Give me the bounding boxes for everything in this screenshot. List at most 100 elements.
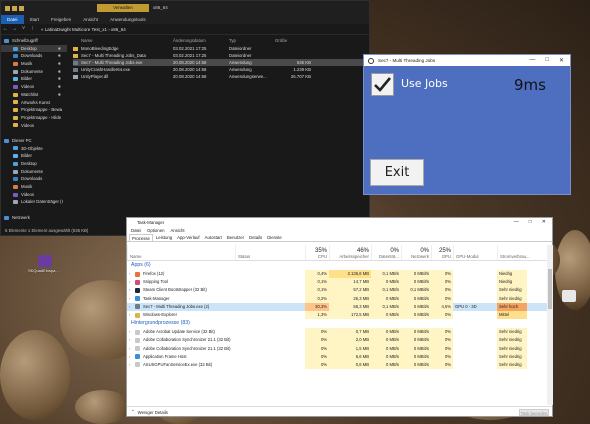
sidebar-item[interactable]: Musik [1, 183, 67, 191]
file-row[interactable]: MonoBleedingEdge 03.02.2021 17:25 Dateiord… [73, 45, 369, 52]
ribbon-tab-file[interactable]: Datei [1, 15, 24, 24]
sidebar-item[interactable]: Schnellzugriff [1, 37, 67, 45]
forward-arrow-icon[interactable]: → [10, 26, 19, 32]
menu-options[interactable]: Optionen [147, 227, 164, 234]
up-arrow-icon[interactable]: ↑ [28, 26, 37, 32]
column-header-status[interactable]: Status [235, 245, 305, 260]
tab-processes[interactable]: Prozesse [129, 234, 153, 241]
tab-users[interactable]: Benutzer [225, 234, 246, 241]
fewer-details-link[interactable]: Weniger Details [138, 410, 168, 415]
minimize-button[interactable]: — [529, 57, 535, 64]
scrollbar-thumb[interactable] [548, 269, 552, 309]
address-path[interactable]: « LatinaDwight Multicore Test_x1 › x86_6… [41, 27, 126, 32]
process-power-usage: Sehr niedrig [497, 294, 527, 303]
column-header-name[interactable]: Name [73, 37, 173, 45]
ribbon-tab-view[interactable]: Ansicht [77, 15, 104, 24]
process-row[interactable]: › Steam Client Bootstrapper (32 Bit) 0,1% 5… [127, 286, 547, 295]
process-gpu-engine [453, 311, 497, 319]
file-row[interactable]: Sec7 - Multi Threading Jobs.exe 20.08.202… [73, 59, 369, 66]
menu-view[interactable]: Ansicht [170, 227, 184, 234]
minimize-button[interactable]: — [514, 218, 519, 227]
column-header-network[interactable]: 0% Netzwerk [401, 245, 431, 260]
exit-button[interactable]: Exit [370, 159, 424, 186]
column-header-date[interactable]: Änderungsdatum [173, 37, 229, 45]
process-row[interactable]: › Task-Manager 0,2% 26,3 MB 0 MB/s 0 MBit/s 0%… [127, 294, 547, 303]
tab-app-history[interactable]: App-Verlauf [175, 234, 201, 241]
sidebar-item[interactable]: Videos [1, 191, 67, 199]
column-header-gpu[interactable]: 25% GPU [431, 245, 453, 260]
process-row[interactable]: › Sec7 - Multi Threading Jobs.exe (2) 30,3… [127, 302, 547, 311]
tab-services[interactable]: Dienste [265, 234, 284, 241]
sidebar-item[interactable]: Desktop [1, 160, 67, 168]
sidebar-item[interactable]: Netzwerk [1, 214, 67, 222]
sidebar-item[interactable]: Musik ✱ [1, 60, 67, 68]
maximize-button[interactable]: □ [529, 218, 532, 227]
process-row[interactable]: › Windows-Explorer 1,3% 172,5 MB 0 MB/s 0 MBi… [127, 310, 547, 320]
sidebar-item[interactable]: Artworks Kunst [1, 99, 67, 107]
chevron-up-icon[interactable]: ⌃ [131, 409, 135, 415]
column-header-cpu[interactable]: 35% CPU [305, 245, 329, 260]
process-row[interactable]: › Adobe Collaboration Synchronizer 21.1 (… [127, 344, 547, 353]
tab-performance[interactable]: Leistung [154, 234, 174, 241]
process-row[interactable]: › Snipping Tool 0,1% 14,7 MB 0 MB/s 0 MBit/s 0… [127, 278, 547, 287]
process-row[interactable]: › Adobe Acrobat Update Service (32 Bit) 0%… [127, 328, 547, 337]
column-header-memory[interactable]: 46% Arbeitsspeicher [329, 245, 371, 260]
tm-window-title: Task-Manager [137, 220, 165, 225]
back-arrow-icon[interactable]: ← [1, 26, 10, 32]
properties-icon[interactable] [12, 5, 17, 11]
menu-file[interactable]: Datei [131, 227, 141, 234]
sidebar-item[interactable]: Downloads ✱ [1, 52, 67, 60]
file-row[interactable]: UnityCrashHandler64.exe 20.08.2020 14:58 A… [73, 66, 369, 73]
sidebar-item[interactable] [1, 206, 67, 214]
ribbon-tab-share[interactable]: Freigeben [45, 15, 77, 24]
maximize-button[interactable]: □ [545, 57, 549, 64]
sidebar-item[interactable]: Downloads [1, 175, 67, 183]
process-row[interactable]: › Application Frame Host 0% 6,6 MB 0 MB/s 0 M… [127, 352, 547, 361]
sidebar-item[interactable]: Dokumente ✱ [1, 68, 67, 76]
use-jobs-checkbox[interactable] [371, 73, 394, 96]
process-icon [135, 304, 140, 310]
sidebar-item[interactable]: Bilder ✱ [1, 75, 67, 83]
column-header-disk[interactable]: 0% Datenträ... [371, 245, 401, 260]
desktop-file-icon[interactable] [562, 290, 576, 302]
column-header-type[interactable]: Typ [229, 37, 275, 45]
sidebar-item[interactable]: Bilder [1, 152, 67, 160]
sidebar-item[interactable]: Lokaler Datenträger (I [1, 198, 67, 206]
sidebar-item[interactable] [1, 129, 67, 137]
column-header-size[interactable]: Größe [275, 37, 311, 45]
process-disk: 0 MB/s [371, 310, 401, 320]
sidebar-item[interactable]: Videos [1, 122, 67, 130]
close-button[interactable]: ✕ [542, 218, 546, 227]
tab-details[interactable]: Details [247, 234, 264, 241]
sidebar-item[interactable]: Projektmappe - Bewa [1, 106, 67, 114]
sidebar-item[interactable]: Desktop ✱ [1, 44, 67, 53]
sidebar-item[interactable]: Dieser PC [1, 137, 67, 145]
folder-icon[interactable] [5, 5, 10, 11]
pin-icon: ✱ [57, 76, 61, 82]
chevron-down-icon[interactable]: ˅ [19, 26, 28, 32]
column-header-power-usage[interactable]: Stromverbrau... [497, 245, 530, 260]
ribbon-tab-start[interactable]: Start [24, 15, 46, 24]
file-row[interactable]: Sec7 - Multi Threading Jobs_Data 03.02.20… [73, 52, 369, 59]
tm-scrollbar[interactable] [547, 245, 553, 405]
sidebar-item[interactable]: Dokumente [1, 168, 67, 176]
process-row[interactable]: › Firefox (12) 0,4% 2.136,6 MB 0,1 MB/s 0 MBi… [127, 270, 547, 279]
process-icon [135, 279, 140, 285]
sidebar-item[interactable]: Projektmappe - Hilde [1, 114, 67, 122]
column-header-gpu-engine[interactable]: GPU-Modul [453, 245, 497, 260]
column-header-name[interactable]: Name [127, 245, 235, 260]
close-button[interactable]: ✕ [559, 57, 564, 64]
file-row[interactable]: UnityPlayer.dll 20.08.2020 14:58 Anwendung… [73, 73, 369, 80]
sidebar-item[interactable]: Watchlist ✱ [1, 91, 67, 99]
ribbon-tab-app-tools[interactable]: Anwendungstools [104, 15, 152, 24]
new-folder-icon[interactable] [19, 5, 24, 11]
process-row[interactable]: › Adobe Collaboration Synchronizer 21.1 (… [127, 336, 547, 345]
tab-startup[interactable]: Autostart [203, 234, 224, 241]
sidebar-item[interactable]: Videos ✱ [1, 83, 67, 91]
folder-icon [13, 200, 18, 205]
context-tab-manage[interactable]: Verwalten [97, 4, 149, 12]
process-row[interactable]: › ASUSGPUFanServiceEx.exe (32 Bit) 0% 0,6 M… [127, 360, 547, 370]
desktop-app-icon[interactable] [38, 255, 52, 267]
end-task-button[interactable]: Task beenden [519, 408, 549, 416]
sidebar-item[interactable]: 3D-Objekte [1, 145, 67, 153]
